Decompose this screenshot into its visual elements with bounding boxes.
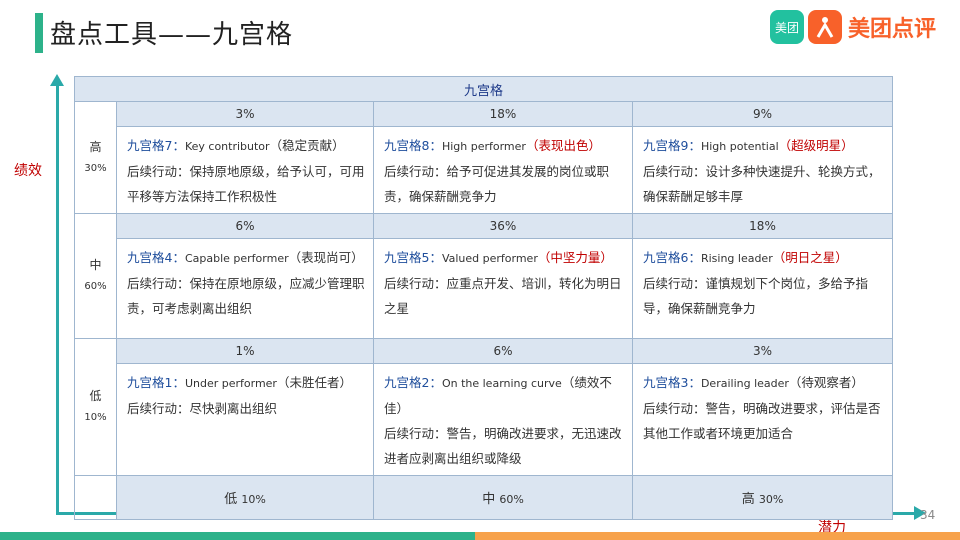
grid-cell-9: 九宫格9：High potential（超级明星） 后续行动：设计多种快速提升、…	[631, 126, 894, 214]
cell-pct: 6%	[373, 338, 633, 364]
cell-name: 九宫格9：	[643, 138, 701, 153]
cell-name: 九宫格6：	[643, 250, 701, 265]
cell-name: 九宫格7：	[127, 138, 185, 153]
cell-pct: 3%	[631, 338, 894, 364]
cell-name: 九宫格8：	[384, 138, 442, 153]
cell-name: 九宫格2：	[384, 375, 442, 390]
cell-pct: 18%	[373, 101, 633, 127]
grid-cell-7: 九宫格7：Key contributor（稳定贡献） 后续行动：保持原地原级，给…	[116, 126, 374, 214]
cell-english: Derailing leader	[700, 377, 789, 390]
cell-action: 后续行动：警告，明确改进要求，无迅速改进者应剥离出组织或降级	[384, 426, 622, 466]
cell-name: 九宫格4：	[127, 250, 185, 265]
potential-level: 高	[741, 492, 755, 507]
cell-action: 后续行动：谨慎规划下个岗位，多给予指导，确保薪酬竞争力	[643, 276, 869, 316]
cell-pct: 3%	[116, 101, 374, 127]
footer-strip-orange	[475, 532, 960, 540]
potential-pct: 10%	[241, 493, 266, 506]
grid-cell-2: 九宫格2：On the learning curve（绩效不佳） 后续行动：警告…	[373, 363, 633, 476]
grid-cell-5: 九宫格5：Valued performer（中坚力量） 后续行动：应重点开发、培…	[373, 238, 633, 339]
potential-level: 中	[482, 492, 496, 507]
footer-strip-green	[0, 532, 475, 540]
potential-pct: 60%	[499, 493, 524, 506]
cell-pct: 36%	[373, 213, 633, 239]
cell-pct: 18%	[631, 213, 894, 239]
grid-cell-4: 九宫格4：Capable performer（表现尚可） 后续行动：保持在原地原…	[116, 238, 374, 339]
potential-pct: 30%	[758, 493, 784, 506]
logo-mark-icon	[808, 10, 842, 44]
row-level-pct: 30%	[84, 162, 107, 174]
row-level: 中	[89, 258, 102, 272]
row-label-low: 低 10%	[74, 338, 117, 476]
row-level: 低	[89, 389, 102, 403]
bottom-corner-cell	[74, 475, 117, 520]
grid-cell-8: 九宫格8：High performer（表现出色） 后续行动：给予可促进其发展的…	[373, 126, 633, 214]
cell-name: 九宫格1：	[127, 375, 185, 390]
cell-english: High potential	[700, 140, 779, 153]
cell-tag: （明日之星）	[772, 250, 848, 265]
row-level: 高	[89, 139, 102, 154]
cell-action: 后续行动：给予可促进其发展的岗位或职责，确保薪酬竞争力	[384, 164, 610, 204]
person-icon	[816, 17, 834, 38]
cell-name: 九宫格5：	[384, 250, 442, 265]
cell-tag: （待观察者）	[788, 375, 864, 390]
grid-title-cell: 九宫格	[73, 76, 894, 102]
cell-tag: （稳定贡献）	[269, 138, 345, 153]
cell-pct: 6%	[116, 213, 374, 239]
cell-tag: （未胜任者）	[276, 375, 352, 390]
y-axis-label: 绩效	[14, 163, 42, 179]
page-title: 盘点工具——九宫格	[50, 20, 294, 50]
potential-low-cell: 低 10%	[116, 475, 374, 520]
cell-english: Rising leader	[700, 252, 773, 265]
cell-action: 后续行动：应重点开发、培训，转化为明日之星	[384, 276, 622, 316]
y-axis-line	[56, 84, 59, 514]
row-label-mid: 中 60%	[74, 213, 117, 339]
cell-english: Capable performer	[184, 252, 289, 265]
row-level-pct: 60%	[84, 281, 107, 292]
cell-pct: 9%	[631, 101, 894, 127]
cell-action: 后续行动：保持原地原级，给予认可，可用平移等方法保持工作积极性	[127, 164, 365, 204]
cell-action: 后续行动：设计多种快速提升、轮换方式，确保薪酬足够丰厚	[643, 164, 881, 204]
cell-english: Key contributor	[184, 140, 270, 153]
cell-tag: （超级明星）	[778, 138, 854, 153]
grid-cell-6: 九宫格6：Rising leader（明日之星） 后续行动：谨慎规划下个岗位，多…	[631, 238, 894, 339]
cell-english: Valued performer	[441, 252, 538, 265]
cell-tag: （表现出色）	[525, 138, 601, 153]
cell-english: Under performer	[184, 377, 277, 390]
logo-text: 美团点评	[848, 17, 937, 42]
page-number: 34	[920, 508, 936, 522]
grid-cell-3: 九宫格3：Derailing leader（待观察者） 后续行动：警告，明确改进…	[631, 363, 894, 476]
cell-action: 后续行动：警告，明确改进要求，评估是否其他工作或者环境更加适合	[643, 401, 881, 441]
cell-pct: 1%	[116, 338, 374, 364]
cell-english: High performer	[441, 140, 526, 153]
cell-action: 后续行动：保持在原地原级，应减少管理职责，可考虑剥离出组织	[127, 276, 365, 316]
logo-badge: 美团	[770, 10, 804, 44]
grid-cell-1: 九宫格1：Under performer（未胜任者） 后续行动：尽快剥离出组织	[116, 363, 374, 476]
cell-tag: （表现尚可）	[288, 250, 364, 265]
cell-name: 九宫格3：	[643, 375, 701, 390]
brand-logo: 美团 美团点评	[770, 10, 936, 44]
potential-level: 低	[224, 492, 238, 507]
row-level-pct: 10%	[84, 412, 107, 423]
cell-english: On the learning curve	[441, 377, 562, 390]
row-label-high: 高 30%	[74, 101, 117, 214]
cell-action: 后续行动：尽快剥离出组织	[127, 401, 278, 416]
nine-box-grid: 九宫格 高 30% 3% 18% 9% 九宫格7：Key contributor…	[73, 76, 894, 520]
potential-mid-cell: 中 60%	[373, 475, 633, 520]
cell-tag: （中坚力量）	[537, 250, 613, 265]
y-axis-arrow-icon	[50, 74, 64, 86]
potential-high-cell: 高 30%	[631, 475, 894, 520]
title-accent-bar	[35, 13, 43, 53]
grid-title: 九宫格	[464, 83, 504, 99]
footer-color-strip	[0, 532, 960, 540]
